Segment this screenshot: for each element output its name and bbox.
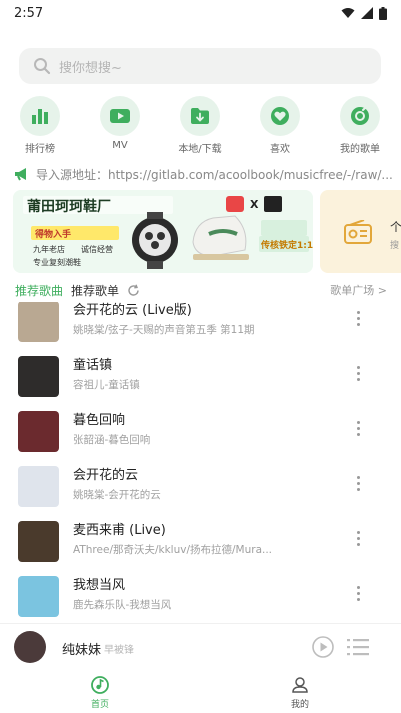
- song-list: 会开花的云 (Live版) 姚晓棠/弦子-天赐的声音第五季 第11期 童话镇 容…: [0, 302, 401, 620]
- song-subtitle: AThree/那奇沃夫/kkluv/扬布拉德/Mura...: [73, 544, 273, 556]
- song-row[interactable]: 会开花的云 姚晓棠-会开花的云: [0, 459, 401, 514]
- playlist-icon: [340, 96, 380, 136]
- promo-banner-secondary[interactable]: 个 搜: [320, 190, 401, 273]
- banner-collab-mark: X: [250, 198, 259, 211]
- bar-chart-icon: [20, 96, 60, 136]
- song-row[interactable]: 童话镇 容祖儿-童话镇: [0, 349, 401, 404]
- banner-promo: 传核铁定1:1: [261, 241, 313, 251]
- quick-label-charts: 排行榜: [25, 144, 55, 155]
- quick-actions: 排行榜 MV 本地/下载 喜欢 我的歌单: [0, 96, 401, 158]
- song-cover: [18, 521, 59, 562]
- song-title: 麦西来甫 (Live): [73, 523, 166, 538]
- song-cover: [18, 466, 59, 507]
- song-row[interactable]: 暮色回响 张韶涵-暮色回响: [0, 404, 401, 459]
- more-icon[interactable]: [350, 361, 366, 385]
- heart-icon: [260, 96, 300, 136]
- quick-label-favorites: 喜欢: [270, 144, 290, 155]
- song-subtitle: 张韶涵-暮色回响: [73, 434, 151, 446]
- banner2-sub: 搜: [390, 241, 400, 251]
- nav-mine-label: 我的: [290, 700, 309, 710]
- banner-line2: 诚信经营: [81, 245, 113, 254]
- banner-title: 莆田珂珂鞋厂: [27, 199, 111, 215]
- banner-badge: 得物入手: [35, 230, 72, 240]
- song-cover: [18, 302, 59, 342]
- song-title: 会开花的云: [73, 468, 139, 483]
- source-notice-text: 导入源地址：https://gitlab.com/acoolbook/music…: [36, 167, 393, 182]
- quick-label-my-playlists: 我的歌单: [340, 144, 380, 155]
- more-icon[interactable]: [350, 471, 366, 495]
- banner-line3: 专业复刻潮鞋: [33, 258, 81, 267]
- playlist-queue-icon[interactable]: [347, 638, 369, 656]
- song-subtitle: 鹿先森乐队-我想当风: [73, 599, 172, 611]
- quick-label-local-download: 本地/下载: [178, 144, 222, 155]
- song-row[interactable]: 我想当风 鹿先森乐队-我想当风: [0, 569, 401, 620]
- banner-line1: 九年老店: [33, 245, 65, 254]
- download-folder-icon: [180, 96, 220, 136]
- status-bar: 2:57: [0, 0, 401, 26]
- banner2-text: 个: [390, 220, 401, 234]
- player-cover[interactable]: [14, 631, 46, 663]
- more-icon[interactable]: [350, 581, 366, 605]
- mini-player[interactable]: 纯妹妹 早被锋: [0, 623, 401, 669]
- refresh-icon[interactable]: [127, 284, 140, 297]
- source-notice[interactable]: 导入源地址：https://gitlab.com/acoolbook/music…: [14, 164, 401, 184]
- song-cover: [18, 576, 59, 617]
- song-row[interactable]: 麦西来甫 (Live) AThree/那奇沃夫/kkluv/扬布拉德/Mura.…: [0, 514, 401, 569]
- song-cover: [18, 356, 59, 397]
- quick-item-local-download[interactable]: 本地/下载: [170, 96, 230, 155]
- song-subtitle: 姚晓棠-会开花的云: [73, 489, 161, 501]
- search-icon: [34, 58, 51, 75]
- song-subtitle: 容祖儿-童话镇: [73, 379, 140, 391]
- player-title: 纯妹妹: [62, 643, 102, 658]
- bottom-nav: 首页 我的: [0, 669, 401, 713]
- search-placeholder: 搜你想搜~: [59, 60, 122, 76]
- playlist-plaza-link[interactable]: 歌单广场 >: [330, 282, 387, 298]
- more-icon[interactable]: [350, 416, 366, 440]
- video-icon: [100, 96, 140, 136]
- song-title: 童话镇: [73, 358, 113, 373]
- status-icons: [341, 6, 387, 20]
- battery-icon: [379, 6, 387, 20]
- nav-mine[interactable]: 我的: [270, 675, 330, 710]
- user-icon: [292, 677, 308, 693]
- tab-recommend-songs[interactable]: 推荐歌曲: [15, 282, 63, 299]
- status-time: 2:57: [14, 5, 44, 21]
- tab-recommend-playlists[interactable]: 推荐歌单: [71, 282, 119, 299]
- signal-icon: [361, 7, 373, 19]
- song-row[interactable]: 会开花的云 (Live版) 姚晓棠/弦子-天赐的声音第五季 第11期: [0, 302, 401, 349]
- radio-icon: [344, 220, 372, 244]
- quick-item-my-playlists[interactable]: 我的歌单: [330, 96, 390, 155]
- song-cover: [18, 411, 59, 452]
- song-title: 暮色回响: [73, 413, 126, 428]
- more-icon[interactable]: [350, 526, 366, 550]
- nav-home-label: 首页: [90, 700, 109, 710]
- quick-item-charts[interactable]: 排行榜: [10, 96, 70, 155]
- song-title: 我想当风: [73, 578, 126, 593]
- search-input[interactable]: 搜你想搜~: [19, 48, 381, 84]
- nav-home[interactable]: 首页: [70, 675, 130, 710]
- song-title: 会开花的云 (Live版): [73, 303, 192, 318]
- more-icon[interactable]: [350, 306, 366, 330]
- quick-item-mv[interactable]: MV: [90, 96, 150, 151]
- wifi-icon: [341, 8, 355, 18]
- quick-item-favorites[interactable]: 喜欢: [250, 96, 310, 155]
- home-music-icon: [91, 676, 109, 694]
- megaphone-icon: [15, 168, 26, 181]
- player-artist: 早被锋: [104, 645, 134, 656]
- quick-label-mv: MV: [112, 140, 128, 151]
- song-subtitle: 姚晓棠/弦子-天赐的声音第五季 第11期: [73, 324, 255, 336]
- recommend-tabs: 推荐歌曲 推荐歌单 歌单广场 >: [15, 281, 387, 299]
- play-icon[interactable]: [312, 636, 334, 658]
- promo-banner[interactable]: 莆田珂珂鞋厂 X 得物入手 九年老店 诚信经营 专业复刻潮鞋 传核铁定1:1: [13, 190, 313, 273]
